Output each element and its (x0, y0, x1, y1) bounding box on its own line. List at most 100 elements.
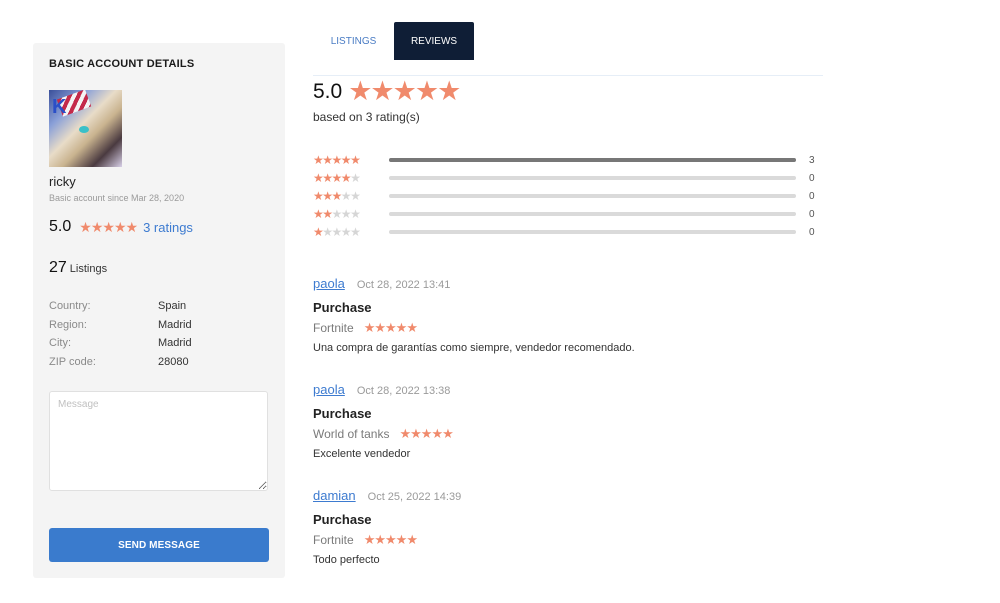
review-date: Oct 25, 2022 14:39 (367, 491, 462, 503)
star-filled-icon: ★ (374, 320, 386, 335)
listings-number: 27 (49, 259, 67, 276)
distribution-stars-icon: ★★★★★ (313, 225, 381, 239)
star-filled-icon: ★ (370, 76, 394, 106)
account-rating: 5.0 ★★★★★ 3 ratings (49, 218, 193, 236)
info-value: Madrid (158, 337, 192, 350)
account-since: Basic account since Mar 28, 2020 (49, 193, 185, 203)
star-filled-icon: ★ (90, 218, 104, 235)
info-label: ZIP code: (49, 355, 96, 368)
distribution-bar (389, 212, 796, 216)
distribution-count: 0 (809, 208, 815, 220)
distribution-bar (389, 176, 796, 180)
star-filled-icon: ★ (113, 218, 127, 235)
send-message-button[interactable]: SEND MESSAGE (49, 528, 269, 562)
star-filled-icon: ★ (374, 532, 386, 547)
review-game: Fortnite (313, 533, 354, 547)
tab-listings[interactable]: LISTINGS (313, 22, 394, 60)
reviewer-link[interactable]: damian (313, 488, 356, 503)
info-row-region: Region: Madrid (49, 316, 269, 335)
star-empty-icon: ★ (340, 207, 352, 221)
star-filled-icon: ★ (385, 320, 397, 335)
review-type: Purchase (313, 512, 372, 527)
star-filled-icon: ★ (79, 218, 92, 235)
info-row-city: City: Madrid (49, 334, 269, 353)
review-list: paola Oct 28, 2022 13:41 Purchase Fortni… (313, 276, 793, 594)
rating-score: 5.0 (49, 218, 72, 235)
rating-distribution: ★★★★★ 3 ★★★★★ 0 ★★★★★ 0 ★★★★★ 0 ★★★★★ 0 (313, 151, 823, 241)
review-game: World of tanks (313, 427, 390, 441)
star-filled-icon: ★ (395, 320, 408, 335)
star-empty-icon: ★ (350, 189, 361, 203)
star-filled-icon: ★ (313, 153, 324, 167)
distribution-bar-fill (389, 158, 796, 162)
reviewer-link[interactable]: paola (313, 276, 345, 291)
distribution-count: 3 (809, 154, 815, 166)
star-filled-icon: ★ (322, 171, 333, 185)
distribution-stars-icon: ★★★★★ (313, 153, 381, 167)
star-filled-icon: ★ (322, 189, 333, 203)
distribution-row-4: ★★★★★ 0 (313, 169, 823, 187)
review-stars-icon: ★★★★★ (364, 532, 418, 548)
star-filled-icon: ★ (125, 218, 139, 235)
distribution-count: 0 (809, 226, 815, 238)
star-filled-icon: ★ (431, 426, 443, 441)
star-empty-icon: ★ (331, 207, 343, 221)
star-filled-icon: ★ (414, 76, 439, 106)
distribution-bar (389, 194, 796, 198)
info-row-country: Country: Spain (49, 297, 269, 316)
distribution-stars-icon: ★★★★★ (313, 171, 381, 185)
distribution-stars-icon: ★★★★★ (313, 189, 381, 203)
review-stars-icon: ★★★★★ (363, 320, 418, 336)
based-on-text: based on 3 rating(s) (313, 110, 420, 124)
star-empty-icon: ★ (350, 225, 361, 239)
star-filled-icon: ★ (363, 320, 376, 335)
info-label: Country: (49, 300, 91, 313)
star-filled-icon: ★ (395, 532, 408, 547)
distribution-count: 0 (809, 172, 815, 184)
account-info: Country: Spain Region: Madrid City: Madr… (49, 297, 269, 371)
star-filled-icon: ★ (313, 207, 324, 221)
message-input[interactable] (49, 391, 268, 491)
listings-label: Listings (69, 263, 108, 275)
star-filled-icon: ★ (392, 76, 417, 106)
info-row-zip: ZIP code: 28080 (49, 353, 269, 372)
star-empty-icon: ★ (331, 225, 343, 239)
star-filled-icon: ★ (385, 532, 397, 547)
review-game: Fortnite (313, 321, 354, 335)
review-type: Purchase (313, 406, 372, 421)
summary-stars-icon: ★★★★★ (348, 76, 461, 107)
star-filled-icon: ★ (399, 426, 411, 441)
review-item: paola Oct 28, 2022 13:41 Purchase Fortni… (313, 276, 793, 382)
star-filled-icon: ★ (348, 76, 372, 106)
review-date: Oct 28, 2022 13:41 (356, 279, 451, 291)
account-sidebar: BASIC ACCOUNT DETAILS K ricky Basic acco… (33, 43, 285, 578)
info-value: Spain (158, 300, 187, 313)
star-filled-icon: ★ (406, 532, 418, 547)
summary-score: 5.0 (313, 79, 343, 103)
review-date: Oct 28, 2022 13:38 (356, 385, 451, 397)
tab-reviews[interactable]: REVIEWS (394, 22, 474, 60)
star-filled-icon: ★ (331, 171, 343, 185)
distribution-row-2: ★★★★★ 0 (313, 205, 823, 223)
star-empty-icon: ★ (350, 207, 361, 221)
distribution-row-3: ★★★★★ 0 (313, 187, 823, 205)
info-value: 28080 (158, 355, 189, 368)
review-text: Excelente vendedor (313, 448, 411, 460)
star-filled-icon: ★ (313, 189, 324, 203)
username: ricky (49, 174, 76, 189)
star-filled-icon: ★ (420, 426, 433, 441)
star-filled-icon: ★ (340, 153, 352, 167)
star-empty-icon: ★ (322, 225, 333, 239)
reviewer-link[interactable]: paola (313, 382, 345, 397)
ratings-link[interactable]: 3 ratings (143, 220, 193, 235)
distribution-count: 0 (809, 190, 815, 202)
review-item: paola Oct 28, 2022 13:38 Purchase World … (313, 382, 793, 488)
distribution-bar (389, 230, 796, 234)
distribution-row-1: ★★★★★ 0 (313, 223, 823, 241)
distribution-row-5: ★★★★★ 3 (313, 151, 823, 169)
star-filled-icon: ★ (322, 153, 333, 167)
star-filled-icon: ★ (313, 171, 324, 185)
distribution-stars-icon: ★★★★★ (313, 207, 381, 221)
star-filled-icon: ★ (410, 426, 422, 441)
star-filled-icon: ★ (313, 225, 324, 239)
